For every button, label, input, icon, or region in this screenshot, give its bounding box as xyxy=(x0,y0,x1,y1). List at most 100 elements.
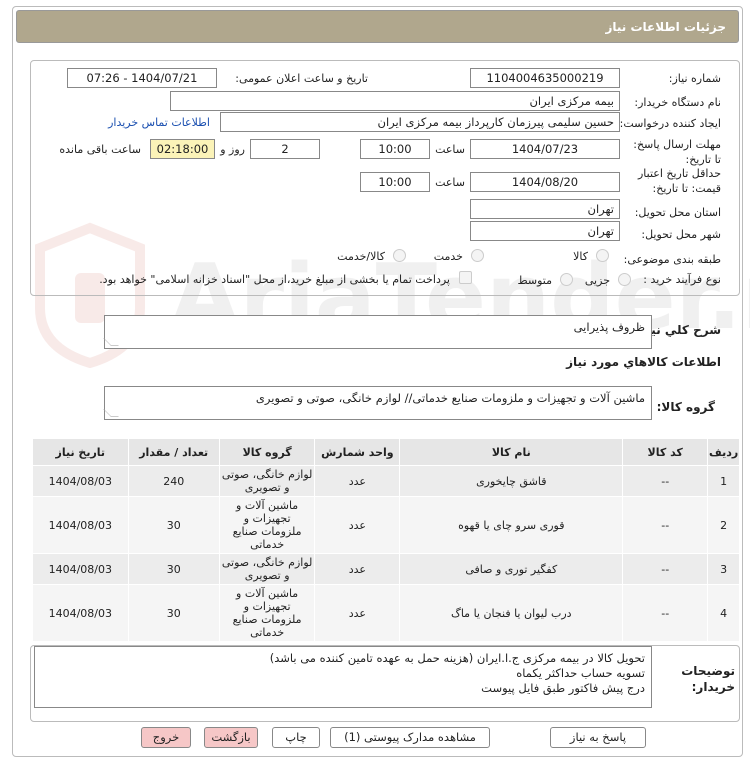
cell-date: 1404/08/03 xyxy=(32,553,129,585)
resize-grip-icon[interactable] xyxy=(103,338,119,346)
cell-group: ماشین آلات و تجهیزات و ملزومات صنایع خدم… xyxy=(218,496,316,554)
validity-time-label: ساعت xyxy=(435,176,465,189)
cell-row: 4 xyxy=(707,584,740,642)
process-option-medium: متوسط xyxy=(517,274,552,287)
cell-date: 1404/08/03 xyxy=(32,496,129,554)
summary-textarea: ظروف پذیرایی xyxy=(103,315,652,349)
cell-name: درب لیوان یا فنجان یا ماگ xyxy=(399,584,624,642)
category-radio-both[interactable] xyxy=(393,249,406,262)
cell-code: -- xyxy=(622,584,709,642)
col-header-qty: تعداد / مقدار xyxy=(127,438,220,466)
province-label: استان محل تحویل: xyxy=(634,206,721,219)
category-option-both: کالا/خدمت xyxy=(337,250,385,263)
exit-button[interactable]: خروج xyxy=(141,727,191,748)
cell-name: قوری سرو چای یا قهوه xyxy=(399,496,624,554)
buyer-org-label: نام دستگاه خریدار: xyxy=(634,96,721,109)
days-label: روز و xyxy=(220,143,245,156)
goods-group-label: گروه کالا: xyxy=(656,400,715,414)
validity-time-field: 10:00 xyxy=(360,172,430,192)
cell-group: ماشین آلات و تجهیزات و ملزومات صنایع خدم… xyxy=(218,584,316,642)
back-button[interactable]: بازگشت xyxy=(204,727,258,748)
cell-code: -- xyxy=(622,496,709,554)
category-label: طبقه بندی موضوعی: xyxy=(623,253,721,266)
header-bar: جزئیات اطلاعات نیاز xyxy=(16,10,739,43)
requester-label: ایجاد کننده درخواست: xyxy=(619,117,721,130)
need-number-field: 1104004635000219 xyxy=(470,68,620,88)
cell-qty: 240 xyxy=(127,465,220,497)
cell-name: قاشق چایخوری xyxy=(399,465,624,497)
process-radio-minor[interactable] xyxy=(618,273,631,286)
category-option-service: خدمت xyxy=(433,250,463,263)
buyer-note-line: درج پیش فاکتور طبق فایل پیوست xyxy=(481,681,645,695)
province-field: تهران xyxy=(470,199,620,219)
page-title: جزئیات اطلاعات نیاز xyxy=(605,20,726,34)
cell-group: لوازم خانگی، صوتی و تصویری xyxy=(218,553,316,585)
payment-note: پرداخت تمام یا بخشی از مبلغ خرید،از محل … xyxy=(99,273,450,286)
days-field: 2 xyxy=(250,139,320,159)
goods-group-text: ماشین آلات و تجهیزات و ملزومات صنایع خدم… xyxy=(255,391,645,405)
validity-label: حداقل تاریخ اعتبار قیمت: تا تاریخ: xyxy=(637,167,721,195)
buyer-org-field: بیمه مرکزی ایران xyxy=(170,91,620,111)
col-header-unit: واحد شمارش xyxy=(314,438,401,466)
cell-qty: 30 xyxy=(127,553,220,585)
cell-name: کفگیر توری و صافی xyxy=(399,553,624,585)
process-radio-medium[interactable] xyxy=(560,273,573,286)
cell-code: -- xyxy=(622,553,709,585)
table-row: 3 -- کفگیر توری و صافی عدد لوازم خانگی، … xyxy=(32,553,740,585)
contact-buyer-link[interactable]: اطلاعات تماس خریدار xyxy=(108,116,210,129)
need-number-label: شماره نیاز: xyxy=(668,72,721,85)
reply-button[interactable]: پاسخ به نیاز xyxy=(550,727,646,748)
cell-date: 1404/08/03 xyxy=(32,584,129,642)
summary-text: ظروف پذیرایی xyxy=(573,320,645,334)
remaining-label: ساعت باقی مانده xyxy=(59,143,141,156)
cell-row: 1 xyxy=(707,465,740,497)
attachments-button[interactable]: مشاهده مدارک پیوستی (1) xyxy=(330,727,490,748)
table-header-row: ردیف کد کالا نام کالا واحد شمارش گروه کا… xyxy=(32,438,740,466)
cell-unit: عدد xyxy=(314,553,401,585)
table-row: 2 -- قوری سرو چای یا قهوه عدد ماشین آلات… xyxy=(32,496,740,554)
items-table: ردیف کد کالا نام کالا واحد شمارش گروه کا… xyxy=(32,438,740,642)
process-option-minor: جزیی xyxy=(584,274,610,287)
table-row: 4 -- درب لیوان یا فنجان یا ماگ عدد ماشین… xyxy=(32,584,740,642)
category-option-goods: کالا xyxy=(573,250,588,263)
requester-field: حسین سلیمی پیرزمان کارپرداز بیمه مرکزی ا… xyxy=(220,112,620,132)
treasury-checkbox[interactable] xyxy=(459,271,472,284)
deadline-date-field: 1404/07/23 xyxy=(470,139,620,159)
category-radio-goods[interactable] xyxy=(596,249,609,262)
table-row: 1 -- قاشق چایخوری عدد لوازم خانگی، صوتی … xyxy=(32,465,740,497)
remaining-time-field: 02:18:00 xyxy=(150,139,215,159)
col-header-date: تاریخ نیاز xyxy=(32,438,129,466)
city-field: تهران xyxy=(470,221,620,241)
col-header-group: گروه کالا xyxy=(218,438,316,466)
validity-date-field: 1404/08/20 xyxy=(470,172,620,192)
city-label: شهر محل تحویل: xyxy=(641,228,721,241)
buyer-note-line: تحویل کالا در بیمه مرکزی ج.ا.ایران (هزین… xyxy=(269,651,645,665)
announce-field: 1404/07/21 - 07:26 xyxy=(67,68,217,88)
deadline-label: مهلت ارسال پاسخ: تا تاریخ: xyxy=(633,138,721,166)
process-label: نوع فرآیند خرید : xyxy=(643,273,721,286)
col-header-code: کد کالا xyxy=(622,438,709,466)
col-header-name: نام کالا xyxy=(399,438,624,466)
announce-label: تاریخ و ساعت اعلان عمومی: xyxy=(235,72,368,85)
buyer-note-line: تسویه حساب حداکثر یکماه xyxy=(516,666,645,680)
category-radio-service[interactable] xyxy=(471,249,484,262)
buyer-notes-label: توضیحات خریدار: xyxy=(681,664,735,694)
deadline-time-label: ساعت xyxy=(435,143,465,156)
cell-date: 1404/08/03 xyxy=(32,465,129,497)
cell-code: -- xyxy=(622,465,709,497)
print-button[interactable]: چاپ xyxy=(272,727,320,748)
cell-qty: 30 xyxy=(127,496,220,554)
cell-unit: عدد xyxy=(314,496,401,554)
cell-unit: عدد xyxy=(314,584,401,642)
cell-qty: 30 xyxy=(127,584,220,642)
goods-group-textarea: ماشین آلات و تجهیزات و ملزومات صنایع خدم… xyxy=(103,386,652,420)
buyer-notes-textarea: تحویل کالا در بیمه مرکزی ج.ا.ایران (هزین… xyxy=(34,646,652,708)
cell-row: 3 xyxy=(707,553,740,585)
cell-row: 2 xyxy=(707,496,740,554)
goods-info-title: اطلاعات کالاهاي مورد نياز xyxy=(566,355,721,369)
cell-group: لوازم خانگی، صوتی و تصویری xyxy=(218,465,316,497)
deadline-time-field: 10:00 xyxy=(360,139,430,159)
cell-unit: عدد xyxy=(314,465,401,497)
col-header-row: ردیف xyxy=(707,438,740,466)
resize-grip-icon[interactable] xyxy=(103,409,119,417)
